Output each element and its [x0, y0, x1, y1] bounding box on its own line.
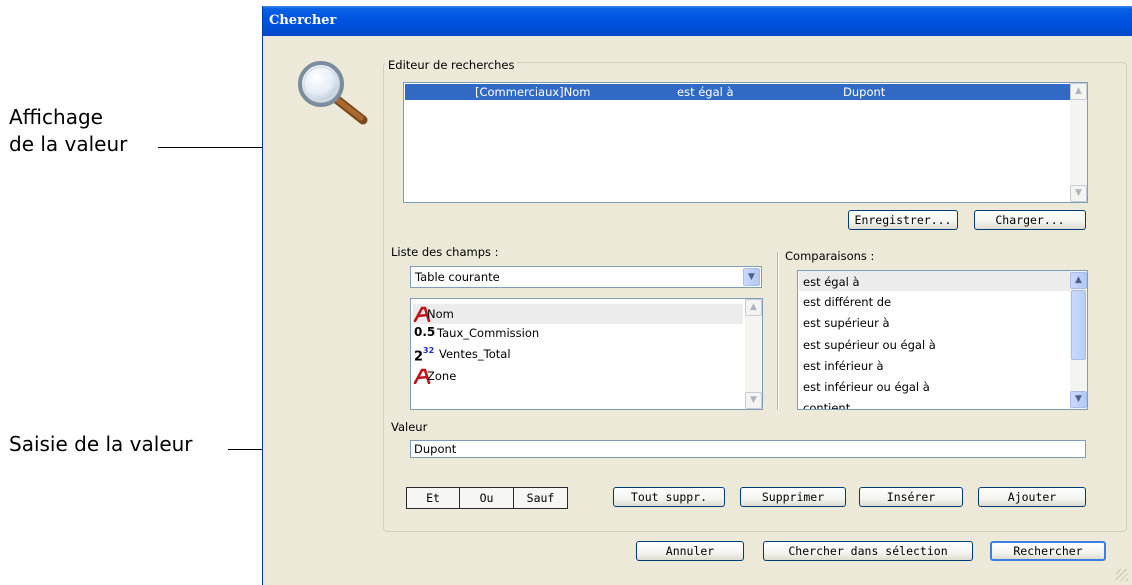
- add-button[interactable]: Ajouter: [978, 487, 1086, 507]
- criteria-operator: est égal à: [677, 85, 734, 99]
- load-button[interactable]: Charger...: [974, 210, 1086, 230]
- scroll-down-icon[interactable]: ▼: [1070, 391, 1087, 408]
- insert-button[interactable]: Insérer: [859, 487, 963, 507]
- value-input-text: Dupont: [414, 442, 457, 456]
- comparison-item[interactable]: est supérieur à: [803, 316, 890, 330]
- integer-field-icon-sup: 32: [423, 346, 435, 355]
- search-editor-scrollbar[interactable]: ▲ ▼: [1070, 83, 1087, 202]
- resize-grip-icon[interactable]: [1116, 569, 1128, 581]
- search-editor-list[interactable]: [Commerciaux]Nom est égal à Dupont ▲ ▼: [403, 82, 1088, 203]
- field-name: Ventes_Total: [439, 347, 511, 361]
- comparisons-scrollbar[interactable]: ▲ ▼: [1070, 271, 1087, 409]
- comparison-item[interactable]: est inférieur à: [803, 359, 884, 373]
- scroll-up-icon[interactable]: ▲: [1070, 272, 1087, 289]
- comparisons-label: Comparaisons :: [785, 249, 875, 263]
- comparison-item[interactable]: est différent de: [803, 295, 891, 309]
- criteria-value: Dupont: [843, 85, 886, 99]
- value-input[interactable]: Dupont: [410, 440, 1086, 458]
- field-item-taux-commission[interactable]: 0.5 Taux_Commission: [413, 323, 743, 343]
- field-item-zone[interactable]: Zone: [413, 366, 743, 386]
- section-divider: [777, 252, 779, 410]
- integer-field-icon-base: 2: [414, 349, 424, 365]
- comparison-label: est égal à: [803, 275, 860, 289]
- field-name: Taux_Commission: [437, 326, 540, 340]
- save-button[interactable]: Enregistrer...: [848, 210, 958, 230]
- value-label: Valeur: [391, 420, 428, 434]
- table-select-value: Table courante: [415, 270, 500, 284]
- scroll-down-icon[interactable]: ▼: [745, 392, 762, 409]
- field-list[interactable]: Nom 0.5 Taux_Commission 232 Ventes_Total…: [410, 298, 763, 410]
- search-editor-label: Editeur de recherches: [385, 58, 518, 72]
- chevron-down-icon[interactable]: ▼: [743, 268, 760, 286]
- field-item-ventes-total[interactable]: 232 Ventes_Total: [413, 344, 743, 364]
- search-in-selection-button[interactable]: Chercher dans sélection: [763, 541, 973, 561]
- field-item-nom[interactable]: Nom: [413, 304, 743, 324]
- comparison-item[interactable]: est inférieur ou égal à: [803, 380, 930, 394]
- scroll-down-icon[interactable]: ▼: [1070, 185, 1087, 202]
- annotation-value-display-line1: Affichage: [9, 105, 103, 129]
- comparison-item[interactable]: contient: [803, 401, 850, 409]
- or-button[interactable]: Ou: [459, 487, 514, 509]
- except-button[interactable]: Sauf: [513, 487, 568, 509]
- integer-field-icon: 232: [414, 346, 435, 365]
- table-select[interactable]: Table courante ▼: [410, 266, 762, 288]
- field-name: Nom: [427, 307, 454, 321]
- comparison-item-selected[interactable]: est égal à: [799, 271, 1070, 291]
- and-button[interactable]: Et: [406, 487, 460, 509]
- title-bar[interactable]: Chercher: [263, 6, 1132, 36]
- clear-all-button[interactable]: Tout suppr.: [613, 487, 725, 507]
- criteria-row[interactable]: [Commerciaux]Nom est égal à Dupont: [405, 84, 1071, 100]
- scroll-thumb[interactable]: [1071, 290, 1086, 360]
- scroll-up-icon[interactable]: ▲: [745, 299, 762, 316]
- delete-button[interactable]: Supprimer: [740, 487, 846, 507]
- field-name: Zone: [427, 369, 457, 383]
- comparison-item[interactable]: est supérieur ou égal à: [803, 338, 936, 352]
- real-field-icon: 0.5: [414, 325, 436, 339]
- annotation-value-display-line2: de la valeur: [9, 132, 128, 156]
- field-list-label: Liste des champs :: [391, 245, 499, 259]
- magnifier-icon: [298, 61, 368, 125]
- cancel-button[interactable]: Annuler: [636, 541, 744, 561]
- annotation-value-entry: Saisie de la valeur: [9, 432, 193, 456]
- field-list-scrollbar[interactable]: ▲ ▼: [745, 299, 762, 409]
- window-title: Chercher: [269, 13, 337, 28]
- criteria-field: [Commerciaux]Nom: [475, 85, 591, 99]
- search-button[interactable]: Rechercher: [990, 541, 1106, 561]
- scroll-up-icon[interactable]: ▲: [1070, 83, 1087, 100]
- comparisons-list[interactable]: est égal à est différent de est supérieu…: [797, 270, 1088, 410]
